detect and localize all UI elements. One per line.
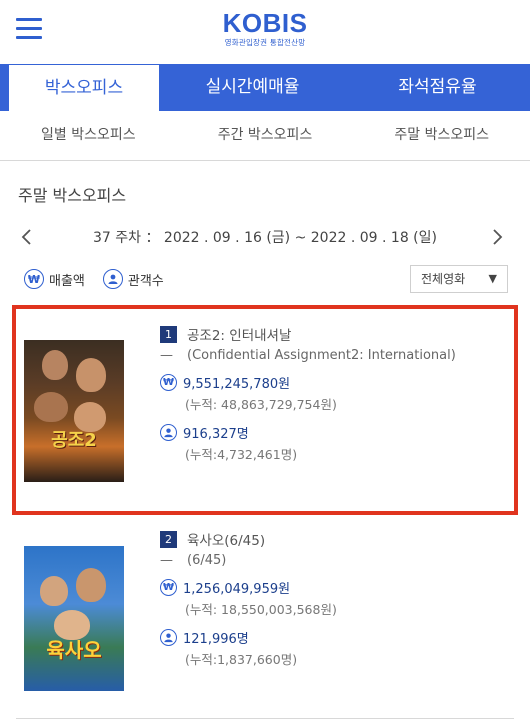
poster-title: 공조2 bbox=[51, 430, 97, 451]
won-icon: ₩ bbox=[160, 373, 177, 391]
audience-total: (누적:1,837,660명) bbox=[185, 652, 298, 667]
rank-badge: 2 bbox=[160, 530, 177, 548]
sales-total: (누적: 48,863,729,754원) bbox=[185, 397, 337, 412]
legend-audience: 관객수 bbox=[102, 269, 164, 289]
person-icon bbox=[102, 269, 123, 289]
tab-realtime-reservation[interactable]: 실시간예매율 bbox=[160, 64, 345, 111]
movie-title: 육사오(6/45) bbox=[187, 533, 266, 549]
movie-original-title: (6/45) bbox=[187, 553, 227, 568]
tab-seat-occupancy[interactable]: 좌석점유율 bbox=[345, 64, 530, 111]
movie-item[interactable]: 공조2 1 공조2: 인터내셔날 — (Confidential Assignme… bbox=[0, 305, 530, 515]
divider bbox=[16, 718, 514, 719]
hamburger-menu-icon[interactable] bbox=[16, 18, 42, 42]
legend: ₩ 매출액 관객수 bbox=[24, 266, 182, 292]
dash: — bbox=[160, 348, 173, 363]
main-tabs: 박스오피스 실시간예매율 좌석점유율 bbox=[0, 64, 530, 111]
logo-subtitle: 영화관입장권 통합전산망 bbox=[224, 38, 306, 47]
period-text: 37 주차 ： 2022 . 09 . 16 (금) ~ 2022 . 09 .… bbox=[93, 230, 437, 246]
person-icon bbox=[160, 423, 177, 441]
rank-badge: 1 bbox=[160, 325, 177, 343]
won-icon: ₩ bbox=[24, 269, 44, 289]
dash: — bbox=[160, 553, 173, 568]
movie-title: 공조2: 인터내셔날 bbox=[187, 328, 292, 344]
header: KOBIS 영화관입장권 통합전산망 bbox=[0, 0, 530, 64]
movie-poster[interactable]: 공조2 bbox=[24, 340, 124, 482]
movie-original-title: (Confidential Assignment2: International… bbox=[187, 348, 456, 363]
subtab-weekly[interactable]: 주간 박스오피스 bbox=[177, 111, 354, 160]
sales-total: (누적: 18,550,003,568원) bbox=[185, 602, 337, 617]
sales-value: 1,256,049,959원 bbox=[183, 581, 291, 597]
caret-down-icon: ▼ bbox=[488, 272, 497, 285]
legend-sales: ₩ 매출액 bbox=[24, 269, 85, 289]
tab-box-office[interactable]: 박스오피스 bbox=[8, 64, 160, 111]
movie-poster[interactable]: 육사오 bbox=[24, 546, 124, 691]
movie-item[interactable]: 육사오 2 육사오(6/45) — (6/45) ₩ 1,256,049,959원… bbox=[0, 523, 530, 718]
chevron-right-icon[interactable] bbox=[486, 226, 508, 248]
legend-sales-label: 매출액 bbox=[49, 273, 85, 289]
movie-info: 1 공조2: 인터내셔날 — (Confidential Assignment2:… bbox=[160, 324, 456, 466]
date-navigator: 37 주차 ： 2022 . 09 . 16 (금) ~ 2022 . 09 .… bbox=[0, 222, 530, 252]
movie-info: 2 육사오(6/45) — (6/45) ₩ 1,256,049,959원 (누적… bbox=[160, 529, 337, 671]
section-title: 주말 박스오피스 bbox=[18, 186, 127, 205]
filter-selected: 전체영화 bbox=[421, 272, 466, 286]
poster-title: 육사오 bbox=[46, 638, 102, 662]
audience-total: (누적:4,732,461명) bbox=[185, 447, 298, 462]
subtab-weekend[interactable]: 주말 박스오피스 bbox=[353, 111, 530, 160]
audience-value: 121,996명 bbox=[183, 631, 249, 647]
person-icon bbox=[160, 628, 177, 646]
movie-filter-select[interactable]: 전체영화 ▼ bbox=[410, 265, 508, 293]
won-icon: ₩ bbox=[160, 578, 177, 596]
logo-text: KOBIS bbox=[222, 8, 308, 38]
audience-value: 916,327명 bbox=[183, 426, 249, 442]
legend-audience-label: 관객수 bbox=[127, 273, 164, 289]
logo[interactable]: KOBIS 영화관입장권 통합전산망 bbox=[200, 8, 330, 48]
sales-value: 9,551,245,780원 bbox=[183, 376, 291, 392]
subtab-daily[interactable]: 일별 박스오피스 bbox=[0, 111, 177, 160]
sub-tabs: 일별 박스오피스 주간 박스오피스 주말 박스오피스 bbox=[0, 111, 530, 161]
